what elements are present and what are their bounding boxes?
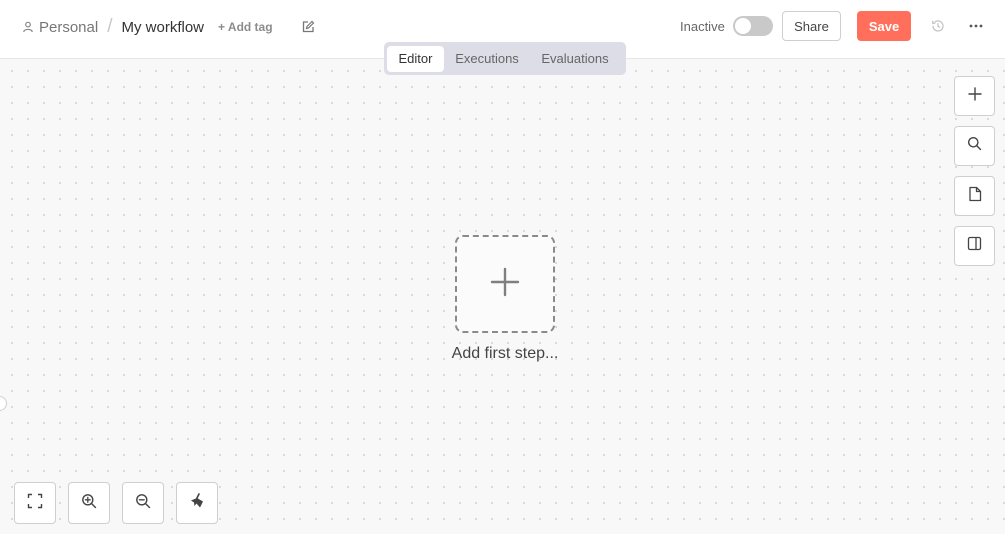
person-icon: [22, 21, 34, 33]
active-toggle[interactable]: [732, 16, 773, 36]
sticky-note-icon: [968, 186, 982, 207]
plus-icon: [967, 86, 982, 106]
tab-evaluations[interactable]: Evaluations: [530, 46, 620, 72]
breadcrumb-separator: /: [107, 16, 113, 37]
breadcrumb-project[interactable]: Personal: [39, 19, 98, 36]
search-icon: [967, 136, 982, 156]
add-first-step-button[interactable]: [455, 235, 555, 333]
status-label: Inactive: [680, 18, 725, 34]
save-button[interactable]: Save: [857, 11, 911, 41]
clean-up-button[interactable]: [176, 482, 218, 524]
view-tabs: Editor Executions Evaluations: [384, 42, 626, 75]
more-options-icon[interactable]: [967, 18, 985, 34]
plus-icon: [490, 267, 520, 302]
zoom-out-button[interactable]: [122, 482, 164, 524]
search-nodes-button[interactable]: [954, 126, 995, 166]
workflow-name[interactable]: My workflow: [121, 19, 204, 36]
add-sticky-note-button[interactable]: [954, 176, 995, 216]
tab-editor[interactable]: Editor: [387, 45, 444, 72]
fit-view-button[interactable]: [14, 482, 56, 524]
add-first-step-label: Add first step...: [451, 345, 559, 362]
add-tag-button[interactable]: + Add tag: [218, 20, 273, 34]
panel-icon: [967, 236, 982, 256]
share-button[interactable]: Share: [782, 11, 841, 41]
zoom-in-button[interactable]: [68, 482, 110, 524]
edit-icon[interactable]: [301, 20, 315, 34]
add-node-button[interactable]: [954, 76, 995, 116]
history-icon[interactable]: [930, 18, 946, 34]
active-toggle-group: Inactive: [680, 15, 773, 37]
fit-view-icon: [27, 493, 43, 514]
clean-up-icon: [188, 492, 206, 515]
tab-executions[interactable]: Executions: [444, 46, 530, 72]
toggle-knob: [734, 18, 751, 34]
toggle-panel-button[interactable]: [954, 226, 995, 266]
breadcrumb: Personal / My workflow + Add tag: [22, 16, 273, 38]
zoom-in-icon: [81, 493, 97, 514]
zoom-out-icon: [135, 493, 151, 514]
